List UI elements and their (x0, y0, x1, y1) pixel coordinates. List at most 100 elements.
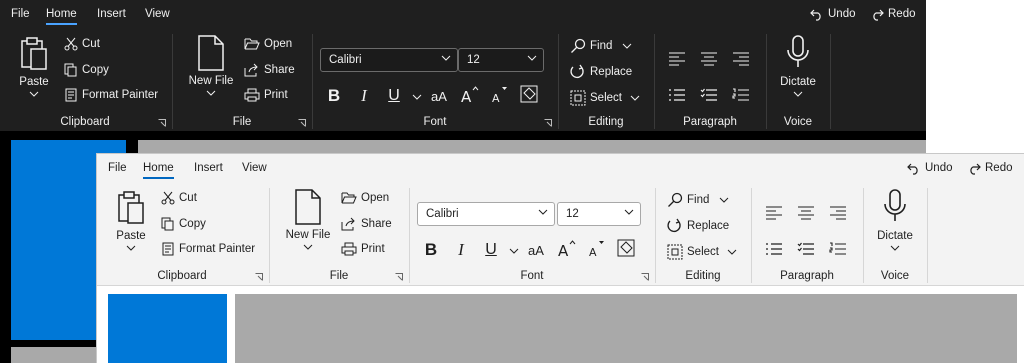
cut-button[interactable]: Cut (64, 37, 100, 51)
numbered-list-icon[interactable] (732, 88, 750, 102)
open-button[interactable]: Open (341, 191, 389, 205)
replace-label: Replace (687, 220, 730, 232)
cut-button[interactable]: Cut (161, 191, 197, 205)
menu-file[interactable]: File (108, 162, 127, 174)
format-painter-icon (65, 88, 77, 102)
menu-view[interactable]: View (242, 162, 267, 174)
checklist-icon[interactable] (700, 88, 718, 102)
align-center-icon[interactable] (700, 52, 718, 66)
dialog-launcher-icon[interactable] (298, 119, 306, 127)
shrink-font-icon[interactable]: A (587, 239, 607, 259)
underline-button[interactable]: U (481, 240, 501, 260)
numbered-list-icon[interactable] (829, 242, 847, 256)
clear-formatting-icon[interactable] (520, 85, 538, 103)
search-icon (571, 38, 586, 53)
group-divider (269, 188, 270, 283)
chevron-down-icon[interactable] (509, 248, 519, 254)
undo-button[interactable]: Undo (907, 161, 953, 175)
chevron-down-icon (538, 209, 548, 215)
align-left-icon[interactable] (668, 52, 686, 66)
chevron-down-icon (29, 91, 39, 97)
italic-button[interactable]: I (354, 86, 374, 106)
dialog-launcher-icon[interactable] (395, 273, 403, 281)
replace-button[interactable]: Replace (570, 64, 632, 80)
grow-font-icon[interactable]: A (460, 85, 480, 105)
grow-font-icon[interactable]: A (557, 239, 577, 259)
paste-button[interactable]: Paste (14, 36, 54, 97)
voice-group-label: Voice (783, 116, 813, 128)
microphone-icon (884, 189, 906, 221)
print-button[interactable]: Print (341, 242, 385, 256)
paste-button[interactable]: Paste (111, 190, 151, 251)
clear-formatting-icon[interactable] (617, 239, 635, 257)
menu-view[interactable]: View (145, 8, 170, 20)
clipboard-group: Paste Cut Copy Format Painter Clipboard (97, 184, 267, 285)
replace-icon (667, 218, 681, 233)
find-button[interactable]: Find (667, 192, 729, 208)
shrink-font-icon[interactable]: A (490, 85, 510, 105)
dictate-button[interactable]: Dictate (774, 34, 822, 97)
share-button[interactable]: Share (244, 63, 295, 77)
align-left-icon[interactable] (765, 206, 783, 220)
copy-button[interactable]: Copy (161, 217, 206, 231)
align-center-icon[interactable] (797, 206, 815, 220)
copy-button[interactable]: Copy (64, 63, 109, 77)
italic-button[interactable]: I (451, 240, 471, 260)
select-button[interactable]: Select (667, 244, 737, 260)
dialog-launcher-icon[interactable] (544, 119, 552, 127)
change-case-button[interactable]: aA (525, 240, 547, 260)
font-name-select[interactable]: Calibri (320, 48, 458, 72)
chevron-down-icon[interactable] (412, 94, 422, 100)
group-divider (927, 188, 928, 283)
font-name-value: Calibri (426, 208, 459, 220)
replace-button[interactable]: Replace (667, 218, 729, 234)
font-name-select[interactable]: Calibri (417, 202, 555, 226)
select-button[interactable]: Select (570, 90, 640, 106)
format-painter-button[interactable]: Format Painter (161, 242, 255, 256)
dialog-launcher-icon[interactable] (158, 119, 166, 127)
bold-button[interactable]: B (421, 240, 441, 260)
redo-button[interactable]: Redo (870, 7, 916, 21)
change-case-button[interactable]: aA (428, 86, 450, 106)
dialog-launcher-icon[interactable] (641, 273, 649, 281)
dictate-button[interactable]: Dictate (871, 188, 919, 251)
dialog-launcher-icon[interactable] (255, 273, 263, 281)
font-size-select[interactable]: 12 (458, 48, 544, 72)
chevron-down-icon (630, 95, 640, 101)
redo-label: Redo (985, 162, 1013, 174)
font-size-select[interactable]: 12 (557, 202, 641, 226)
underline-button[interactable]: U (384, 86, 404, 106)
chevron-down-icon (206, 90, 216, 96)
bullet-list-icon[interactable] (765, 242, 783, 256)
align-right-icon[interactable] (732, 52, 750, 66)
bold-button[interactable]: B (324, 86, 344, 106)
bullet-list-icon[interactable] (668, 88, 686, 102)
checklist-icon[interactable] (797, 242, 815, 256)
underline-icon: U (485, 241, 497, 258)
paste-icon (21, 37, 47, 70)
menu-file[interactable]: File (11, 8, 30, 20)
menu-insert[interactable]: Insert (97, 8, 126, 20)
change-case-icon: aA (528, 242, 544, 258)
print-button[interactable]: Print (244, 88, 288, 102)
format-painter-icon (162, 242, 174, 256)
new-file-button[interactable]: New File (188, 35, 234, 96)
undo-icon (907, 163, 918, 175)
menu-home[interactable]: Home (143, 162, 174, 179)
align-right-icon[interactable] (829, 206, 847, 220)
new-file-label: New File (188, 75, 234, 87)
share-button[interactable]: Share (341, 217, 392, 231)
redo-button[interactable]: Redo (967, 161, 1013, 175)
menu-home[interactable]: Home (46, 8, 77, 25)
editing-group-label: Editing (588, 116, 624, 128)
new-file-button[interactable]: New File (285, 189, 331, 250)
open-button[interactable]: Open (244, 37, 292, 51)
menu-insert[interactable]: Insert (194, 162, 223, 174)
paste-icon (118, 191, 144, 224)
find-button[interactable]: Find (570, 38, 632, 54)
undo-button[interactable]: Undo (810, 7, 856, 21)
italic-icon: I (361, 86, 367, 105)
voice-group: Dictate Voice (768, 30, 828, 131)
printer-icon (341, 242, 357, 256)
format-painter-button[interactable]: Format Painter (64, 88, 158, 102)
